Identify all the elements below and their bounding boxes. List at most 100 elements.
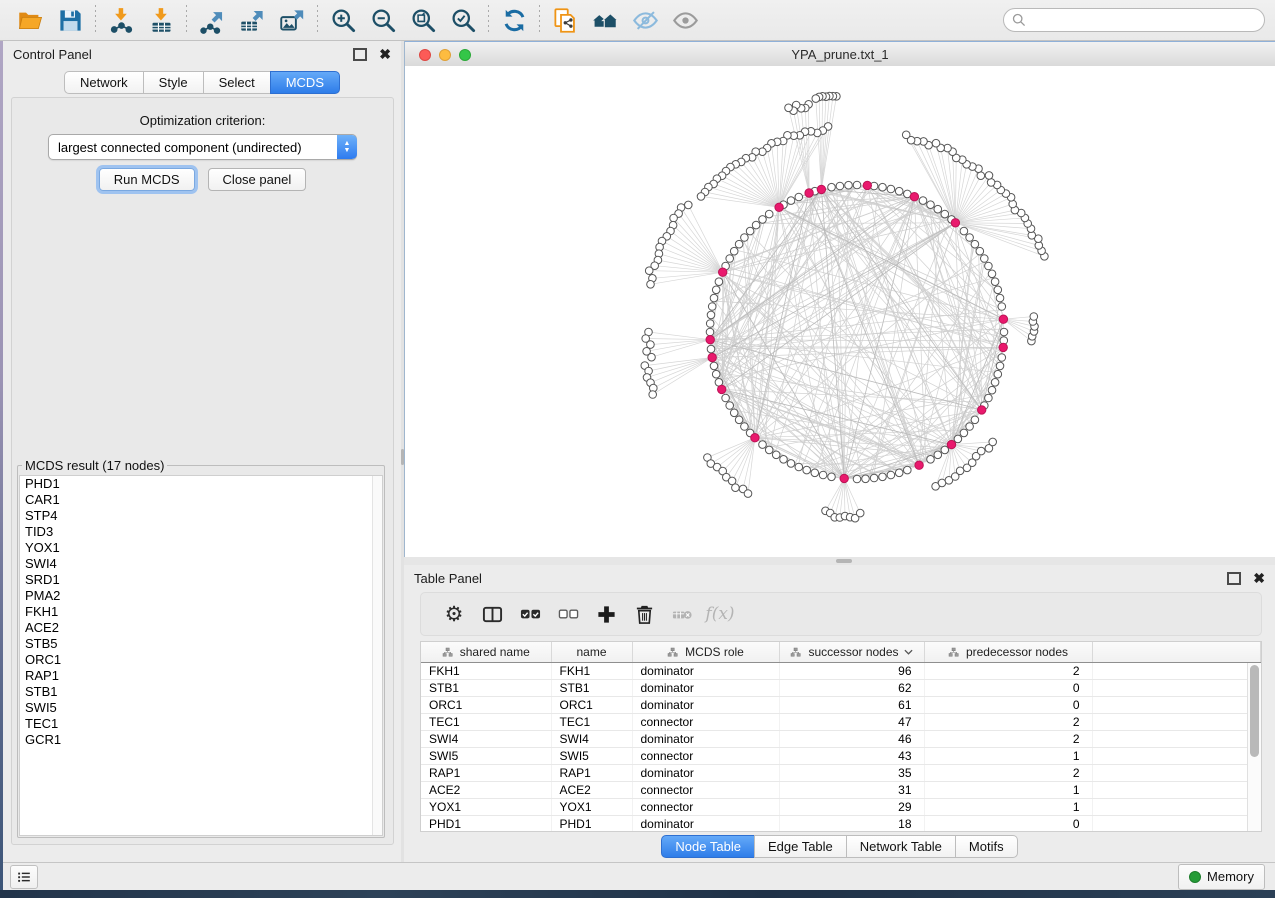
search-input[interactable] [1031,12,1256,29]
show-columns-button[interactable] [473,596,511,632]
mcds-result-item[interactable]: FKH1 [20,604,382,620]
zoom-selected-button[interactable] [443,3,483,37]
criterion-dropdown[interactable]: largest connected component (undirected)… [48,134,357,160]
duplicate-network-button[interactable] [545,3,585,37]
export-table-button[interactable] [232,3,272,37]
show-panels-button[interactable] [10,865,38,889]
unselect-all-button[interactable] [549,596,587,632]
mcds-result-item[interactable]: SWI5 [20,700,382,716]
tab-network-table[interactable]: Network Table [846,835,955,858]
horizontal-splitter[interactable] [404,557,1275,565]
table-row[interactable]: FKH1FKH1dominator962 [421,663,1261,680]
network-titlebar[interactable]: YPA_prune.txt_1 [405,41,1275,68]
checked-boxes-icon [520,604,541,625]
table-row[interactable]: TEC1TEC1connector472 [421,714,1261,731]
table-row[interactable]: SWI5SWI5connector431 [421,748,1261,765]
table-row[interactable]: ACE2ACE2connector311 [421,782,1261,799]
network-canvas[interactable] [405,66,1275,557]
table-row[interactable]: YOX1YOX1connector291 [421,799,1261,816]
import-table-button[interactable] [141,3,181,37]
mcds-result-item[interactable]: PMA2 [20,588,382,604]
cell-shared-name: PHD1 [421,816,551,833]
columns-icon [482,604,503,625]
mcds-result-title: MCDS result (17 nodes) [22,458,167,473]
table-row[interactable]: RAP1RAP1dominator352 [421,765,1261,782]
tab-motifs[interactable]: Motifs [955,835,1018,858]
cell-filler [1092,663,1261,680]
mcds-result-item[interactable]: TEC1 [20,716,382,732]
mcds-result-item[interactable]: PHD1 [20,476,382,492]
close-panel-icon[interactable]: ✖ [379,47,391,61]
list-scrollbar[interactable] [372,476,382,835]
hide-selected-button[interactable] [625,3,665,37]
close-panel-icon[interactable]: ✖ [1253,571,1265,585]
mcds-result-item[interactable]: GCR1 [20,732,382,748]
mcds-result-item[interactable]: YOX1 [20,540,382,556]
table-settings-button[interactable]: ⚙ [435,596,473,632]
gear-icon: ⚙ [445,604,464,625]
delete-column-button[interactable] [663,596,701,632]
mcds-result-item[interactable]: RAP1 [20,668,382,684]
cell-predecessor-nodes: 1 [924,782,1092,799]
zoom-in-button[interactable] [323,3,363,37]
mcds-result-item[interactable]: STB5 [20,636,382,652]
tab-mcds[interactable]: MCDS [270,71,340,94]
splitter-grip[interactable] [836,559,852,563]
splitter-grip[interactable] [401,449,404,465]
vertical-splitter[interactable] [401,41,404,862]
table-row[interactable]: ORC1ORC1dominator610 [421,697,1261,714]
table-row[interactable]: SWI4SWI4dominator462 [421,731,1261,748]
eye-slash-icon [632,7,659,34]
column-header-successors[interactable]: successor nodes [779,642,924,663]
close-panel-button[interactable]: Close panel [208,168,307,191]
select-all-button[interactable] [511,596,549,632]
cell-successor-nodes: 96 [779,663,924,680]
mcds-result-item[interactable]: SRD1 [20,572,382,588]
export-network-button[interactable] [192,3,232,37]
delete-row-button[interactable] [625,596,663,632]
desktop-wallpaper-bottom [0,890,1275,898]
refresh-button[interactable] [494,3,534,37]
import-network-button[interactable] [101,3,141,37]
cell-name: FKH1 [551,663,632,680]
tab-edge-table[interactable]: Edge Table [754,835,846,858]
save-session-button[interactable] [50,3,90,37]
mcds-result-item[interactable]: ORC1 [20,652,382,668]
run-mcds-button[interactable]: Run MCDS [99,168,195,191]
float-window-icon[interactable] [1227,572,1241,585]
tab-network[interactable]: Network [64,71,143,94]
mcds-result-item[interactable]: SWI4 [20,556,382,572]
tab-style[interactable]: Style [143,71,203,94]
apply-function-button[interactable]: f(x) [701,596,739,632]
mcds-result-item[interactable]: CAR1 [20,492,382,508]
open-file-button[interactable] [10,3,50,37]
column-header-role[interactable]: MCDS role [632,642,779,663]
table-row[interactable]: PHD1PHD1dominator180 [421,816,1261,833]
eye-icon [672,7,699,34]
zoom-fit-button[interactable] [403,3,443,37]
export-image-button[interactable] [272,3,312,37]
zoom-out-button[interactable] [363,3,403,37]
add-row-button[interactable] [587,596,625,632]
show-all-button[interactable] [665,3,705,37]
mcds-result-item[interactable]: ACE2 [20,620,382,636]
column-header-predecessors[interactable]: predecessor nodes [924,642,1092,663]
tab-node-table[interactable]: Node Table [661,835,754,858]
column-header-name[interactable]: name [551,642,632,663]
memory-button[interactable]: Memory [1178,864,1265,890]
table-row[interactable]: STB1STB1dominator620 [421,680,1261,697]
cell-name: YOX1 [551,799,632,816]
float-window-icon[interactable] [353,48,367,61]
tab-select[interactable]: Select [203,71,270,94]
mcds-result-item[interactable]: STP4 [20,508,382,524]
table-scrollbar[interactable] [1247,663,1261,831]
mcds-result-item[interactable]: TID3 [20,524,382,540]
delete-column-icon [672,604,693,625]
mcds-result-item[interactable]: STB1 [20,684,382,700]
cell-successor-nodes: 35 [779,765,924,782]
cell-shared-name: STB1 [421,680,551,697]
first-neighbors-button[interactable] [585,3,625,37]
scrollbar-thumb[interactable] [1250,665,1259,757]
column-header-shared-name[interactable]: shared name [421,642,551,663]
cell-name: RAP1 [551,765,632,782]
